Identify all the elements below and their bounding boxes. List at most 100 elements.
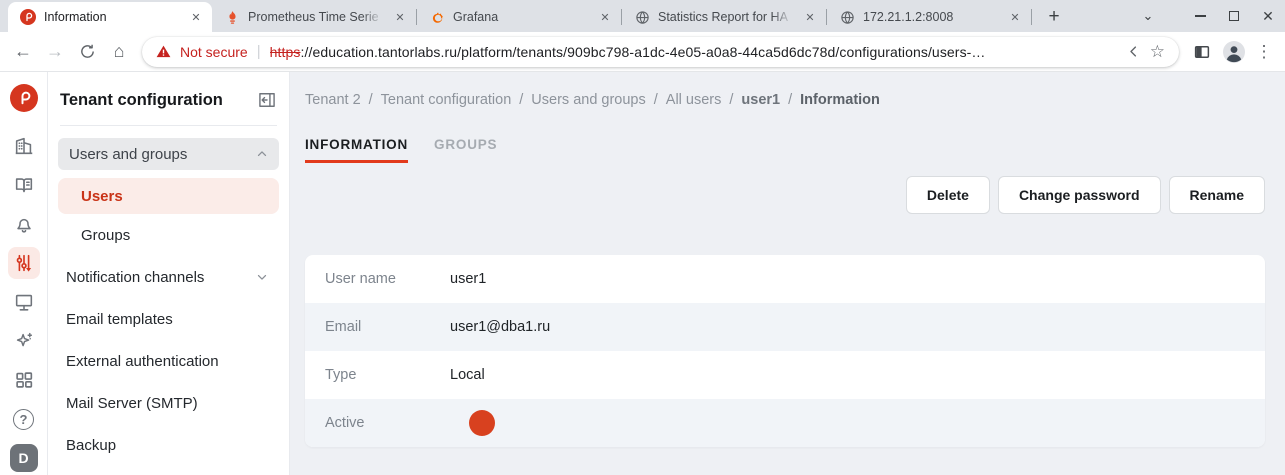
browser-toolbar: ← → ⌂ Not secure | https://education.tan… [0, 32, 1285, 72]
app-frame: ? D Tenant configuration Users and group… [0, 72, 1285, 475]
content-tabs: INFORMATION GROUPS [305, 137, 1265, 163]
sidebar-item-mail-server[interactable]: Mail Server (SMTP) [58, 382, 279, 424]
tab-title: 172.21.1.2:8008 [863, 10, 999, 24]
tab-close-icon[interactable]: ✕ [1007, 9, 1023, 25]
forward-button[interactable]: → [40, 37, 70, 67]
url-scheme: https [270, 44, 301, 60]
url-rest: ://education.tantorlabs.ru/platform/tena… [300, 44, 985, 60]
apps-grid-icon[interactable] [8, 364, 40, 396]
maximize-icon [1229, 11, 1239, 21]
breadcrumb-item[interactable]: Users and groups [531, 92, 645, 108]
detail-label: Email [325, 319, 450, 335]
not-secure-label[interactable]: Not secure [180, 44, 248, 60]
help-icon[interactable]: ? [8, 403, 40, 435]
browser-tab-prometheus[interactable]: Prometheus Time Serie ✕ [212, 2, 416, 32]
browser-menu-kebab-icon[interactable]: ⋮ [1251, 37, 1277, 67]
sidebar-item-email-templates[interactable]: Email templates [58, 298, 279, 340]
prometheus-logo-icon [224, 9, 240, 25]
user-details-card: User name user1 Email user1@dba1.ru Type… [305, 255, 1265, 447]
breadcrumb-item[interactable]: All users [666, 92, 722, 108]
main-content: Tenant 2 / Tenant configuration / Users … [290, 72, 1285, 475]
back-button[interactable]: ← [8, 37, 38, 67]
configuration-sliders-icon[interactable] [8, 247, 40, 279]
browser-tab-ip-address[interactable]: 172.21.1.2:8008 ✕ [827, 2, 1031, 32]
detail-row-email: Email user1@dba1.ru [305, 303, 1265, 351]
user-avatar[interactable]: D [10, 444, 38, 472]
reload-button[interactable] [72, 37, 102, 67]
globe-icon [839, 9, 855, 25]
tab-title: Statistics Report for HA [658, 10, 794, 24]
maximize-button[interactable] [1217, 0, 1251, 32]
address-bar[interactable]: Not secure | https://education.tantorlab… [142, 37, 1179, 67]
minimize-icon [1195, 15, 1206, 17]
close-window-button[interactable]: ✕ [1251, 0, 1285, 32]
breadcrumb-item-current: Information [800, 92, 880, 108]
tab-separator [1031, 9, 1032, 25]
grafana-logo-icon [429, 9, 445, 25]
tab-title: Grafana [453, 10, 589, 24]
new-tab-button[interactable]: + [1042, 6, 1066, 28]
detail-label: Type [325, 367, 450, 383]
toggle-knob [469, 410, 495, 436]
sidebar-item-users[interactable]: Users [58, 178, 279, 214]
breadcrumb: Tenant 2 / Tenant configuration / Users … [305, 92, 1265, 108]
active-toggle[interactable] [452, 413, 490, 433]
tab-close-icon[interactable]: ✕ [802, 9, 818, 25]
side-panel-icon[interactable] [1187, 37, 1217, 67]
sidebar-title: Tenant configuration [60, 91, 223, 110]
notifications-bell-icon[interactable] [8, 208, 40, 240]
tenants-icon[interactable] [8, 130, 40, 162]
detail-row-user-name: User name user1 [305, 255, 1265, 303]
browser-tab-statistics[interactable]: Statistics Report for HA ✕ [622, 2, 826, 32]
bookmark-star-icon[interactable]: ☆ [1150, 42, 1165, 62]
detail-label: Active [325, 415, 450, 431]
breadcrumb-separator: / [654, 92, 658, 108]
tab-information[interactable]: INFORMATION [305, 137, 408, 163]
tab-close-icon[interactable]: ✕ [188, 9, 204, 25]
breadcrumb-item[interactable]: user1 [741, 92, 780, 108]
breadcrumb-separator: / [788, 92, 792, 108]
sidebar-item-notification-channels[interactable]: Notification channels [58, 256, 279, 298]
sidebar-panel: Tenant configuration Users and groups Us… [48, 72, 290, 475]
tab-title: Prometheus Time Serie [248, 10, 384, 24]
delete-button[interactable]: Delete [906, 176, 990, 214]
change-password-button[interactable]: Change password [998, 176, 1161, 214]
browser-tab-information[interactable]: Information ✕ [8, 2, 212, 32]
breadcrumb-separator: / [519, 92, 523, 108]
detail-row-active: Active [305, 399, 1265, 447]
home-button[interactable]: ⌂ [104, 37, 134, 67]
tab-groups[interactable]: GROUPS [434, 137, 497, 163]
share-icon[interactable] [1126, 44, 1141, 59]
rename-button[interactable]: Rename [1169, 176, 1265, 214]
sidebar-divider [60, 125, 277, 126]
sidebar-item-backup[interactable]: Backup [58, 424, 279, 466]
tab-close-icon[interactable]: ✕ [597, 9, 613, 25]
breadcrumb-item[interactable]: Tenant 2 [305, 92, 361, 108]
tantor-logo[interactable] [10, 84, 38, 112]
sidebar-item-groups[interactable]: Groups [58, 214, 279, 256]
monitoring-monitor-icon[interactable] [8, 286, 40, 318]
sidebar-item-external-authentication[interactable]: External authentication [58, 340, 279, 382]
browser-tab-grafana[interactable]: Grafana ✕ [417, 2, 621, 32]
documentation-icon[interactable] [8, 169, 40, 201]
profile-avatar[interactable] [1219, 37, 1249, 67]
breadcrumb-item[interactable]: Tenant configuration [381, 92, 512, 108]
magic-sparkle-icon[interactable] [8, 325, 40, 357]
breadcrumb-separator: / [369, 92, 373, 108]
collapse-panel-icon[interactable] [257, 90, 277, 110]
not-secure-warning-icon[interactable] [156, 44, 171, 59]
detail-row-type: Type Local [305, 351, 1265, 399]
browser-window: Information ✕ Prometheus Time Serie ✕ Gr… [0, 0, 1285, 475]
detail-label: User name [325, 271, 450, 287]
browser-tab-strip: Information ✕ Prometheus Time Serie ✕ Gr… [0, 0, 1285, 32]
detail-value: Local [450, 367, 485, 383]
tab-close-icon[interactable]: ✕ [392, 9, 408, 25]
url-text[interactable]: https://education.tantorlabs.ru/platform… [270, 44, 1117, 60]
minimize-button[interactable] [1183, 0, 1217, 32]
action-buttons: Delete Change password Rename [305, 176, 1265, 214]
detail-value: user1 [450, 271, 486, 287]
tab-list-chevron-icon[interactable]: ⌄ [1131, 0, 1165, 32]
tantor-logo-icon [20, 9, 36, 25]
sidebar-item-users-and-groups[interactable]: Users and groups [58, 138, 279, 170]
detail-value: user1@dba1.ru [450, 319, 550, 335]
